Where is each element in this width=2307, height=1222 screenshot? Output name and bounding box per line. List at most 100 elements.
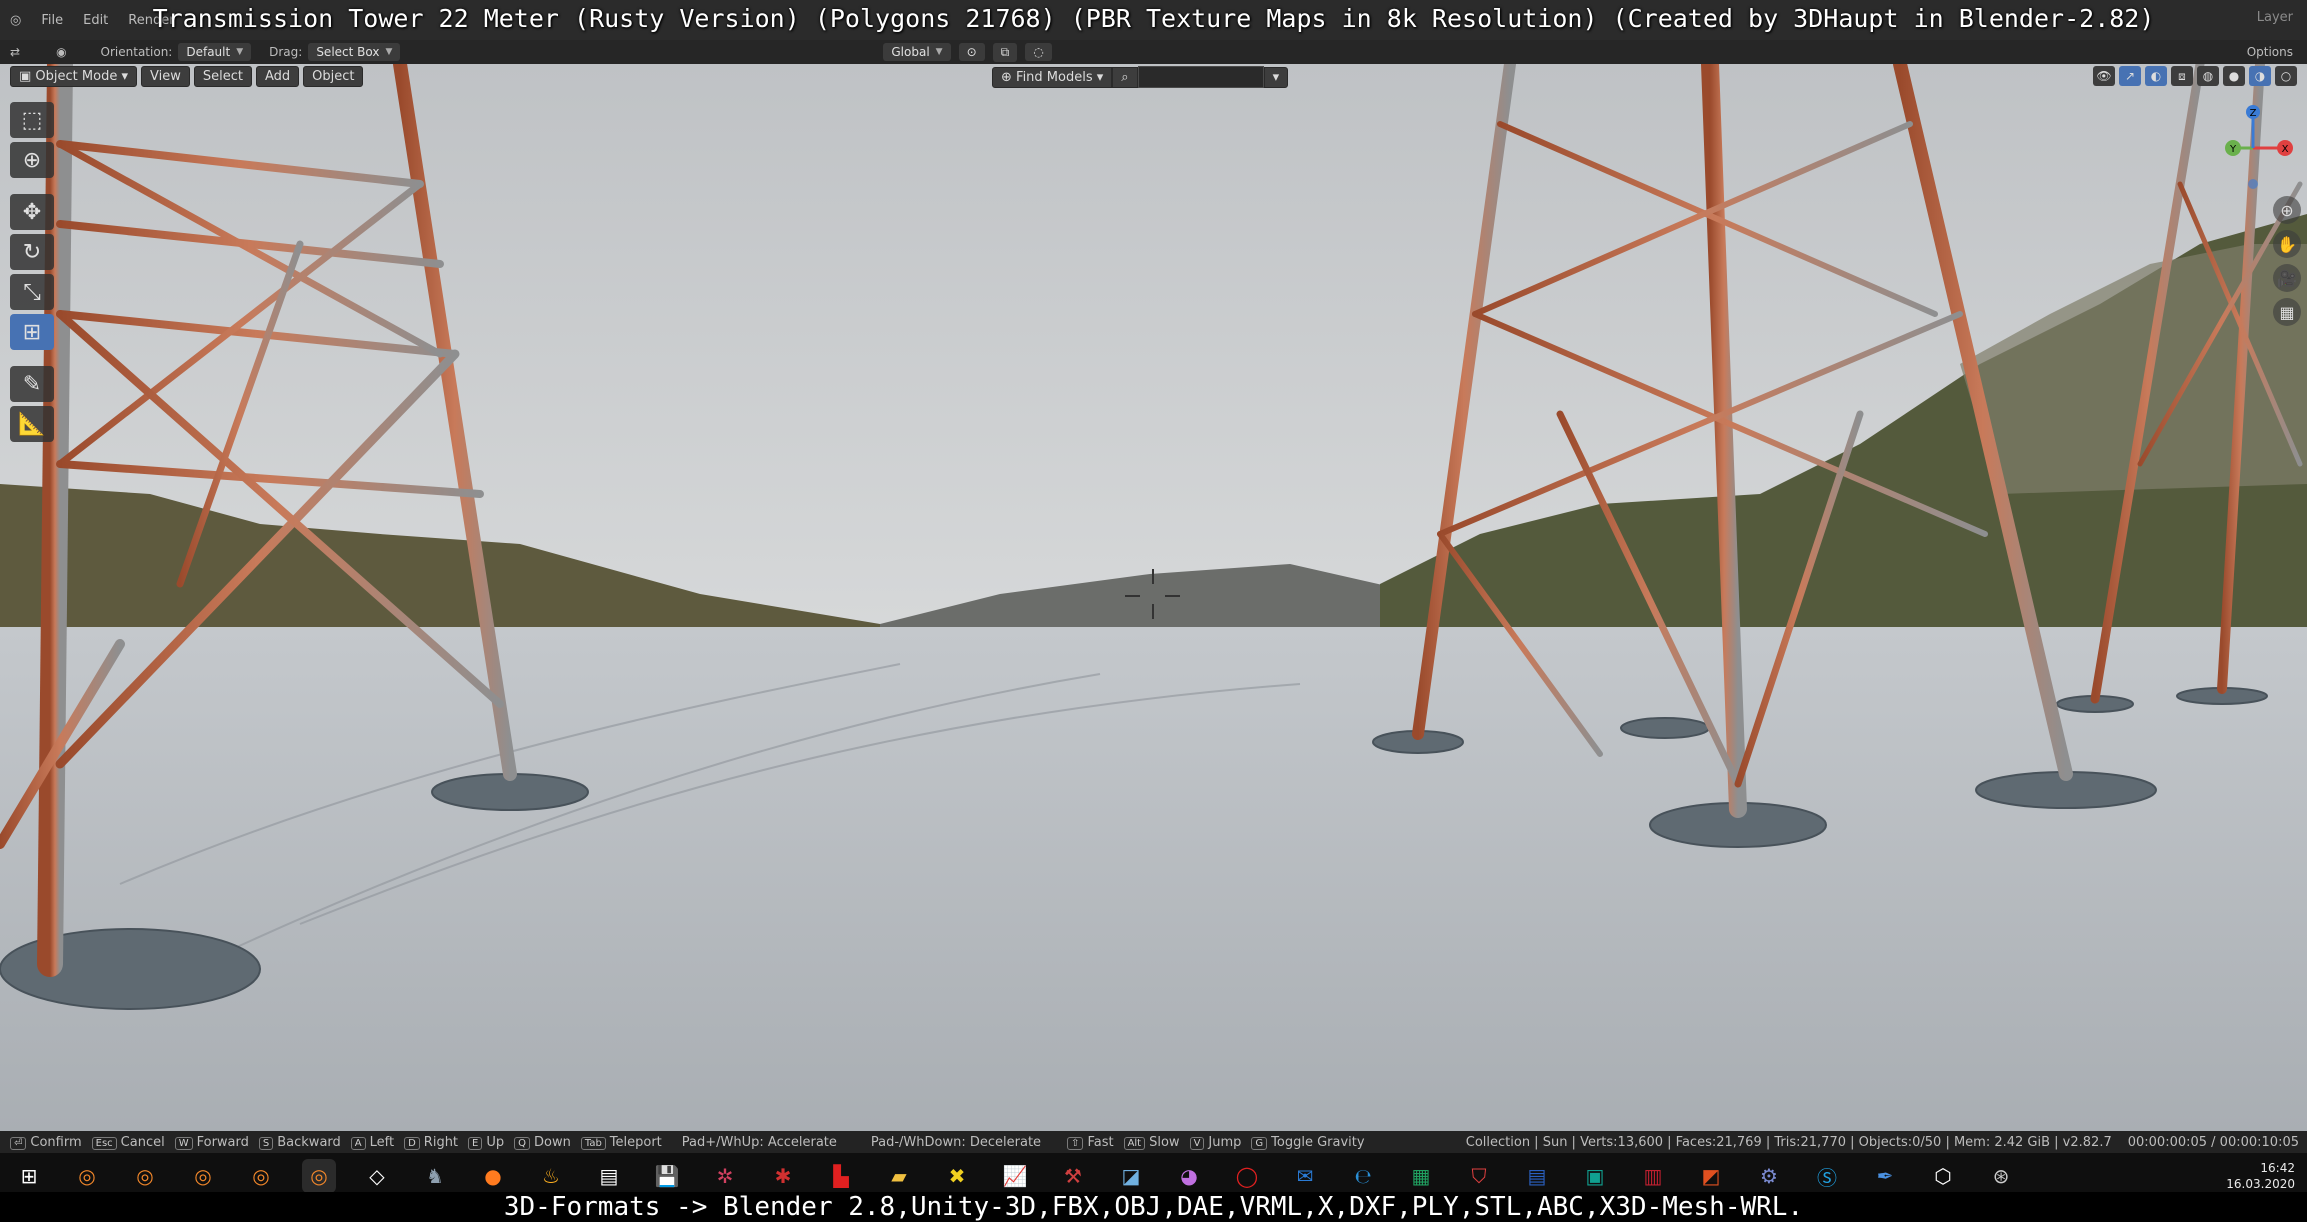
paint-app-icon[interactable]: ◪ [1114, 1159, 1148, 1193]
game-app-icon[interactable]: ♞ [418, 1159, 452, 1193]
material-shading-icon[interactable]: ◑ [2249, 66, 2271, 86]
terminal-icon[interactable]: ▤ [592, 1159, 626, 1193]
outlook-icon[interactable]: ✉ [1288, 1159, 1322, 1193]
find-models-dropdown[interactable]: ⊕ Find Models ▾ [992, 66, 1113, 88]
balloon-app-icon[interactable]: ◕ [1172, 1159, 1206, 1193]
snap-toggle[interactable]: ⧉ [992, 42, 1018, 62]
find-models-search-input[interactable] [1137, 66, 1264, 88]
plot-app-icon[interactable]: ⚒ [1056, 1159, 1090, 1193]
select-box-tool-icon[interactable]: ⬚ [10, 102, 54, 138]
orientation-dropdown[interactable]: Default ▼ [178, 43, 252, 61]
gizmo-x-label: X [2282, 144, 2289, 155]
network-app-icon[interactable]: ✲ [708, 1159, 742, 1193]
status-timer: 00:00:00:05 / 00:00:10:05 [2127, 1134, 2299, 1150]
viewport-shading-controls: 👁 ↗ ◐ ⧈ ◍ ● ◑ ○ [2093, 66, 2297, 86]
unity-icon[interactable]: ◇ [360, 1159, 394, 1193]
cursor-tool-icon[interactable]: ⊕ [10, 142, 54, 178]
folder-icon[interactable]: ▰ [882, 1159, 916, 1193]
blender-app-icon[interactable]: ◎ [128, 1159, 162, 1193]
object-menu[interactable]: Object [303, 66, 364, 87]
drag-dropdown[interactable]: Select Box ▼ [308, 43, 401, 61]
active-tool-icon[interactable]: ◉ [56, 45, 66, 59]
blender-app-icon[interactable]: ◎ [244, 1159, 278, 1193]
rotate-tool-icon[interactable]: ↻ [10, 234, 54, 270]
pivot-point-dropdown[interactable]: ⊙ [958, 43, 985, 61]
status-key-down: Q Down [504, 1135, 571, 1150]
wireframe-shading-icon[interactable]: ◍ [2197, 66, 2219, 86]
chevron-down-icon: ▼ [385, 47, 393, 57]
excel-icon[interactable]: ▦ [1404, 1159, 1438, 1193]
taskbar-clock[interactable]: 16:42 16.03.2020 [2226, 1160, 2295, 1192]
word-icon[interactable]: ▤ [1520, 1159, 1554, 1193]
add-menu[interactable]: Add [255, 66, 300, 87]
solid-shading-icon[interactable]: ● [2223, 66, 2245, 86]
transform-orientation-dropdown[interactable]: Global ▼ [883, 43, 951, 61]
orientation-label: Orientation: [100, 45, 173, 59]
rendered-shading-icon[interactable]: ○ [2275, 66, 2297, 86]
blender-app-icon-active[interactable]: ◎ [302, 1159, 336, 1193]
save-disk-icon[interactable]: 💾 [650, 1159, 684, 1193]
chevron-down-icon: ▼ [236, 47, 244, 57]
clock-date: 16.03.2020 [2226, 1177, 2295, 1191]
annotate-tool-icon[interactable]: ✎ [10, 366, 54, 402]
measure-tool-icon[interactable]: 📐 [10, 406, 54, 442]
perspective-grid-icon[interactable]: ▦ [2273, 298, 2301, 326]
transform-tool-icon[interactable]: ⊞ [10, 314, 54, 350]
move-tool-icon[interactable]: ✥ [10, 194, 54, 230]
object-mode-value: Object Mode [35, 69, 118, 84]
visibility-icon[interactable]: 👁 [2093, 66, 2115, 86]
powerpoint-icon[interactable]: ◩ [1694, 1159, 1728, 1193]
edge-icon[interactable]: ℮ [1346, 1159, 1380, 1193]
flame-app-icon[interactable]: ♨ [534, 1159, 568, 1193]
status-key-gravity: G Toggle Gravity [1241, 1135, 1365, 1150]
status-key-jump: V Jump [1180, 1135, 1241, 1150]
proportional-edit-icon: ◌ [1033, 45, 1044, 59]
view-menu[interactable]: View [141, 66, 190, 87]
camera-icon[interactable]: 🎥 [2273, 264, 2301, 292]
firefox-icon[interactable]: ● [476, 1159, 510, 1193]
shield-app-icon[interactable]: ⛉ [1462, 1159, 1496, 1193]
opera-icon[interactable]: ◯ [1230, 1159, 1264, 1193]
options-dropdown[interactable]: Options [2247, 45, 2293, 59]
pivot-icon: ⊙ [966, 45, 977, 59]
skype-icon[interactable]: Ⓢ [1810, 1159, 1844, 1193]
status-bar: ⏎ Confirm Esc Cancel W Forward S Backward AL… [0, 1131, 2307, 1153]
blender-app-icon[interactable]: ◎ [70, 1159, 104, 1193]
chevron-down-icon: ▼ [935, 47, 943, 57]
xray-icon[interactable]: ⧈ [2171, 66, 2193, 86]
gizmo-z-label: Z [2250, 108, 2257, 119]
object-mode-dropdown[interactable]: ▣ Object Mode ▾ [10, 66, 137, 87]
scale-tool-icon[interactable]: ⤡ [10, 274, 54, 310]
blender-app-icon[interactable]: ◎ [186, 1159, 220, 1193]
chevron-down-icon[interactable]: ▾ [1263, 66, 1289, 88]
3d-viewport[interactable] [0, 64, 2307, 1131]
gear-app-icon[interactable]: ✱ [766, 1159, 800, 1193]
unity-hub-icon[interactable]: ⬡ [1926, 1159, 1960, 1193]
tools-app-icon[interactable]: ⚙ [1752, 1159, 1786, 1193]
access-icon[interactable]: ▥ [1636, 1159, 1670, 1193]
status-decelerate: Pad-/WhDown: Decelerate [870, 1134, 1042, 1150]
status-key-confirm: ⏎ Confirm [0, 1135, 82, 1150]
find-models-bar: ⊕ Find Models ▾ ⌕ ▾ [992, 66, 1289, 88]
select-menu[interactable]: Select [193, 66, 252, 87]
left-toolbar: ⬚ ⊕ ✥ ↻ ⤡ ⊞ ✎ 📐 [10, 102, 56, 442]
overlay-toggle-icon[interactable]: ◐ [2145, 66, 2167, 86]
pdf-icon[interactable]: ▙ [824, 1159, 858, 1193]
steam-icon[interactable]: ⊛ [1984, 1159, 2018, 1193]
clock-time: 16:42 [2260, 1161, 2295, 1175]
pen-app-icon[interactable]: ✒ [1868, 1159, 1902, 1193]
navigation-gizmo[interactable]: X Y Z [2205, 100, 2301, 196]
viewport-scene [0, 64, 2307, 1131]
gizmo-toggle-icon[interactable]: ↗ [2119, 66, 2141, 86]
status-key-left: A Left [341, 1135, 394, 1150]
cross-app-icon[interactable]: ✖ [940, 1159, 974, 1193]
status-key-teleport: Tab Teleport [571, 1135, 662, 1150]
tool-settings-icon[interactable]: ⇄ [10, 45, 20, 59]
proportional-edit-toggle[interactable]: ◌ [1025, 43, 1052, 61]
zoom-icon[interactable]: ⊕ [2273, 196, 2301, 224]
drag-value: Select Box [316, 45, 380, 59]
publisher-icon[interactable]: ▣ [1578, 1159, 1612, 1193]
pan-hand-icon[interactable]: ✋ [2273, 230, 2301, 258]
chart-app-icon[interactable]: 📈 [998, 1159, 1032, 1193]
windows-start-icon[interactable]: ⊞ [12, 1159, 46, 1193]
